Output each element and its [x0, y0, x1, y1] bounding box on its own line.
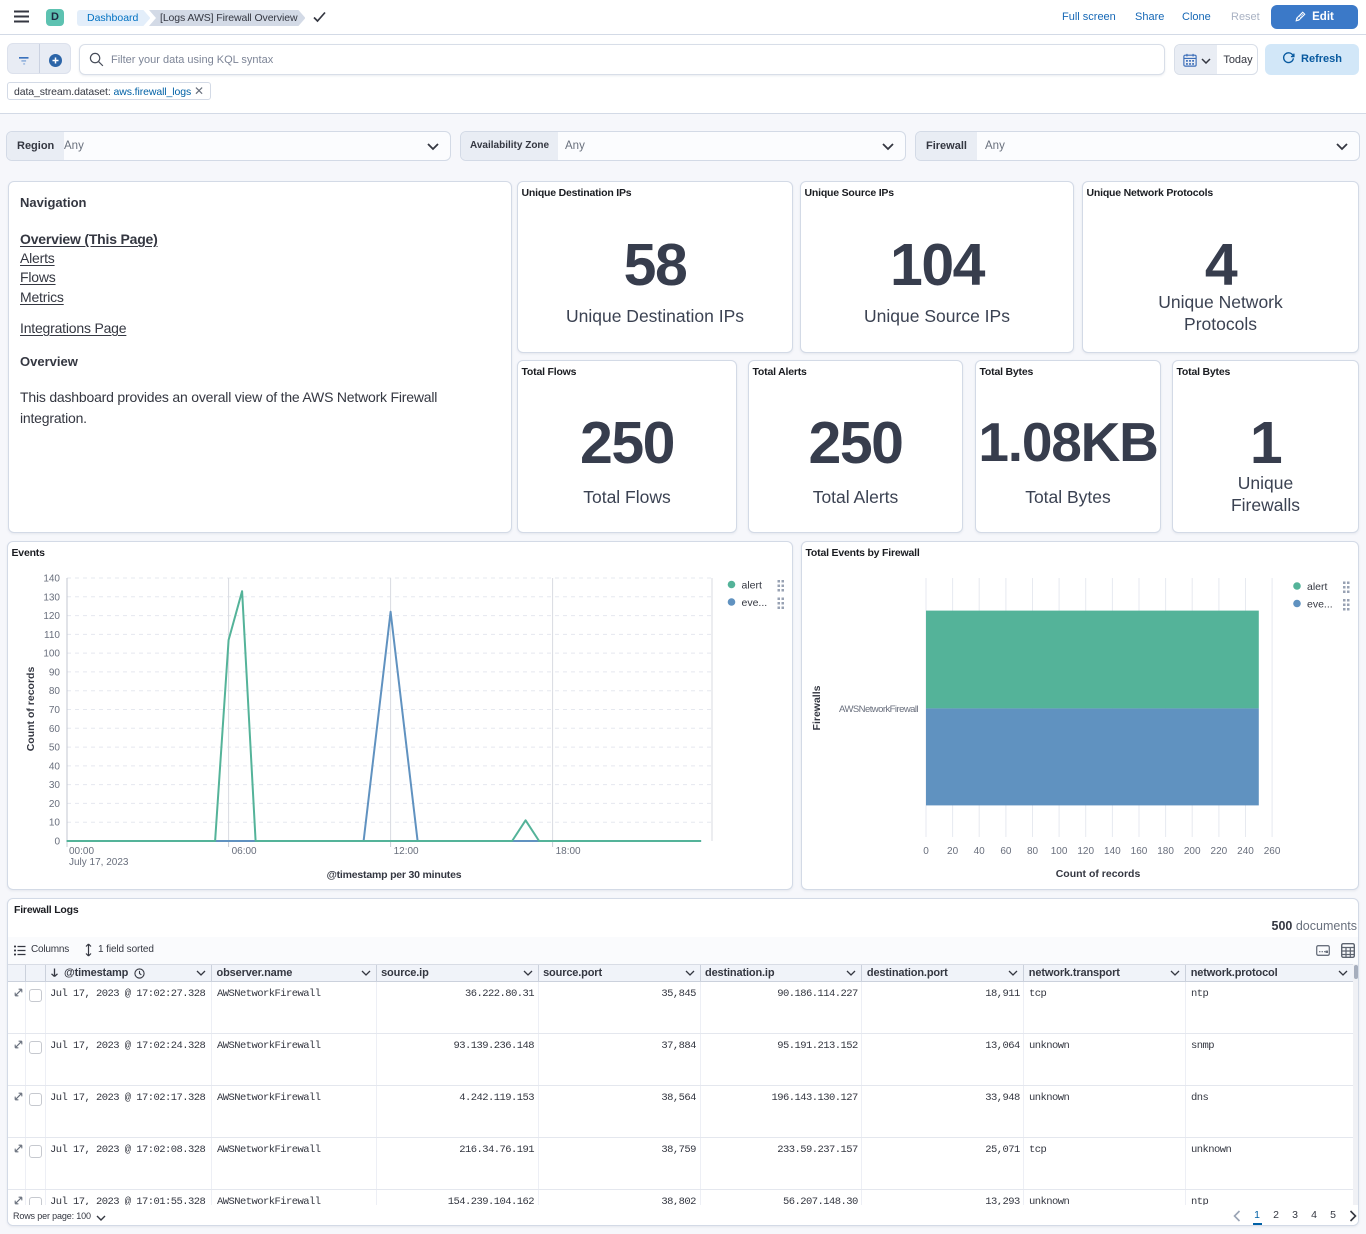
svg-text:140: 140: [43, 574, 60, 585]
svg-text:Count of records: Count of records: [25, 667, 37, 752]
svg-text:Count of records: Count of records: [1056, 868, 1141, 880]
svg-text:@timestamp per 30 minutes: @timestamp per 30 minutes: [327, 869, 462, 881]
svg-text:06:00: 06:00: [232, 846, 257, 857]
svg-text:90: 90: [49, 667, 61, 678]
svg-text:0: 0: [923, 846, 929, 857]
svg-text:80: 80: [1027, 846, 1039, 857]
svg-text:70: 70: [49, 705, 61, 716]
svg-text:18:00: 18:00: [556, 846, 581, 857]
svg-text:eve...: eve...: [742, 597, 768, 609]
svg-text:12:00: 12:00: [394, 846, 419, 857]
svg-text:220: 220: [1211, 846, 1228, 857]
svg-text:30: 30: [49, 780, 61, 791]
svg-text:130: 130: [43, 592, 60, 603]
svg-text:160: 160: [1131, 846, 1148, 857]
svg-text:Firewalls: Firewalls: [811, 685, 823, 730]
svg-text:0: 0: [54, 837, 60, 848]
svg-text:60: 60: [49, 724, 61, 735]
svg-text:AWSNetworkFirewall: AWSNetworkFirewall: [839, 704, 918, 715]
svg-text:10: 10: [49, 818, 61, 829]
svg-text:120: 120: [43, 611, 60, 622]
svg-text:110: 110: [44, 630, 60, 641]
svg-text:eve...: eve...: [1307, 599, 1333, 611]
svg-text:alert: alert: [1307, 581, 1328, 593]
svg-text:40: 40: [974, 846, 986, 857]
svg-text:50: 50: [49, 743, 61, 754]
svg-text:180: 180: [1157, 846, 1174, 857]
svg-text:100: 100: [1051, 846, 1068, 857]
svg-text:20: 20: [49, 799, 61, 810]
svg-text:200: 200: [1184, 846, 1201, 857]
svg-text:140: 140: [1104, 846, 1121, 857]
svg-text:40: 40: [49, 761, 61, 772]
svg-text:80: 80: [49, 686, 61, 697]
svg-text:100: 100: [43, 649, 60, 660]
svg-text:260: 260: [1264, 846, 1281, 857]
svg-text:July 17, 2023: July 17, 2023: [69, 857, 129, 868]
svg-text:60: 60: [1000, 846, 1012, 857]
svg-text:20: 20: [947, 846, 959, 857]
svg-text:120: 120: [1077, 846, 1094, 857]
svg-text:00:00: 00:00: [69, 846, 94, 857]
svg-text:240: 240: [1237, 846, 1254, 857]
svg-text:alert: alert: [742, 580, 763, 592]
